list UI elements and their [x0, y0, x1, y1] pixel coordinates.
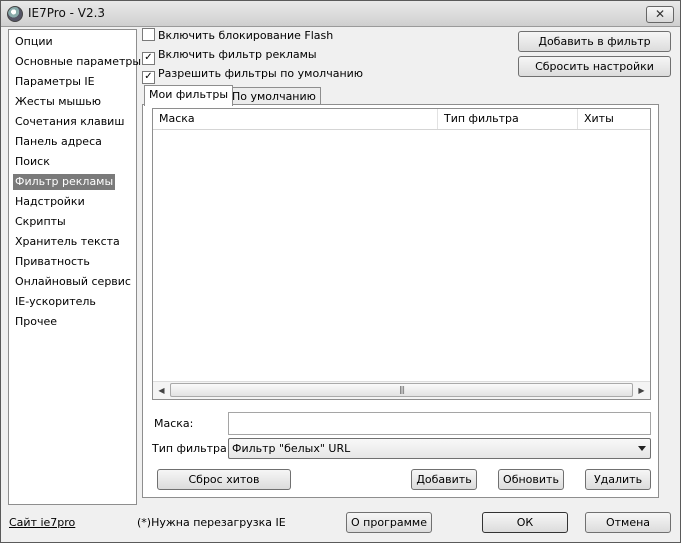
- sidebar-item-text-keeper[interactable]: Хранитель текста: [13, 234, 122, 250]
- table-header: Маска Тип фильтра Хиты: [153, 109, 650, 130]
- sidebar-item-ie-accelerator[interactable]: IE-ускоритель: [13, 294, 98, 310]
- default-filters-label: Разрешить фильтры по умолчанию: [158, 67, 364, 80]
- reset-hits-button[interactable]: Сброс хитов: [157, 469, 291, 490]
- chevron-down-icon[interactable]: [638, 446, 646, 451]
- ad-filter-checkbox[interactable]: ✓: [142, 52, 155, 65]
- scroll-thumb[interactable]: |||: [170, 383, 633, 397]
- column-header-hits[interactable]: Хиты: [578, 109, 650, 129]
- restart-note: (*)Нужна перезагрузка IE: [137, 516, 286, 529]
- sidebar-item-online-service[interactable]: Онлайновый сервис: [13, 274, 133, 290]
- site-link[interactable]: Сайт ie7pro: [9, 516, 75, 529]
- column-header-mask[interactable]: Маска: [153, 109, 438, 129]
- scroll-left-icon[interactable]: ◀: [153, 382, 170, 399]
- sidebar-item-addons[interactable]: Надстройки: [13, 194, 87, 210]
- ad-filter-option[interactable]: ✓ Включить фильтр рекламы: [142, 47, 317, 65]
- ad-filter-label: Включить фильтр рекламы: [158, 48, 317, 61]
- sidebar-item-hotkeys[interactable]: Сочетания клавиш: [13, 114, 126, 130]
- window-title: IE7Pro - V2.3: [28, 6, 106, 20]
- mask-input[interactable]: [228, 412, 651, 435]
- mask-label: Маска:: [154, 417, 194, 430]
- scroll-right-icon[interactable]: ▶: [633, 382, 650, 399]
- flash-blocking-checkbox[interactable]: [142, 28, 155, 41]
- filter-type-value: Фильтр "белых" URL: [232, 442, 351, 455]
- sidebar-item-mouse-gestures[interactable]: Жесты мышью: [13, 94, 103, 110]
- flash-blocking-option[interactable]: Включить блокирование Flash: [142, 28, 333, 44]
- close-button[interactable]: ✕: [646, 6, 674, 23]
- reset-settings-button[interactable]: Сбросить настройки: [518, 56, 671, 77]
- sidebar-item-other[interactable]: Прочее: [13, 314, 59, 330]
- sidebar-item-general[interactable]: Основные параметры: [13, 54, 143, 70]
- settings-window: IE7Pro - V2.3 ✕ Опции Основные параметры…: [0, 0, 681, 543]
- sidebar-item-privacy[interactable]: Приватность: [13, 254, 92, 270]
- add-button[interactable]: Добавить: [411, 469, 477, 490]
- filter-type-select[interactable]: Фильтр "белых" URL: [228, 438, 651, 459]
- column-header-filter-type[interactable]: Тип фильтра: [438, 109, 578, 129]
- sidebar-item-scripts[interactable]: Скрипты: [13, 214, 68, 230]
- sidebar-nav: Опции Основные параметры Параметры IE Же…: [8, 29, 141, 505]
- about-button[interactable]: О программе: [346, 512, 432, 533]
- filters-table[interactable]: Маска Тип фильтра Хиты ◀ ||| ▶: [152, 108, 651, 400]
- default-filters-checkbox[interactable]: ✓: [142, 71, 155, 84]
- sidebar-item-ie-params[interactable]: Параметры IE: [13, 74, 97, 90]
- filter-type-label: Тип фильтра:: [152, 442, 231, 455]
- sidebar-item-address-bar[interactable]: Панель адреса: [13, 134, 104, 150]
- update-button[interactable]: Обновить: [498, 469, 564, 490]
- delete-button[interactable]: Удалить: [585, 469, 651, 490]
- title-bar[interactable]: IE7Pro - V2.3 ✕: [1, 1, 680, 27]
- tab-my-filters[interactable]: Мои фильтры: [144, 85, 234, 106]
- default-filters-option[interactable]: ✓ Разрешить фильтры по умолчанию: [142, 66, 364, 84]
- sidebar-item-search[interactable]: Поиск: [13, 154, 52, 170]
- horizontal-scrollbar[interactable]: ◀ ||| ▶: [153, 381, 650, 399]
- add-to-filter-button[interactable]: Добавить в фильтр: [518, 31, 671, 52]
- app-icon: [7, 6, 23, 22]
- sidebar-item-ad-filter[interactable]: Фильтр рекламы: [13, 174, 116, 190]
- sidebar-item-options[interactable]: Опции: [13, 34, 55, 50]
- ok-button[interactable]: ОК: [482, 512, 568, 533]
- flash-blocking-label: Включить блокирование Flash: [158, 29, 334, 42]
- cancel-button[interactable]: Отмена: [585, 512, 671, 533]
